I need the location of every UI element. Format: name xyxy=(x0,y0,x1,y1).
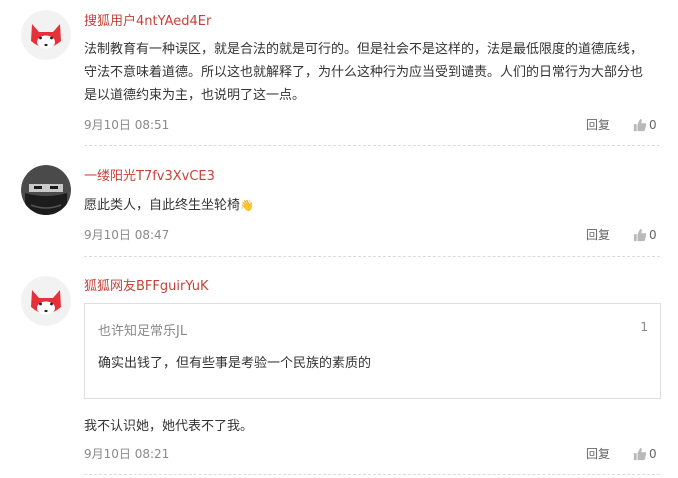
like-button[interactable]: 0 xyxy=(633,225,657,245)
thumbs-up-icon xyxy=(633,229,647,242)
comment-time: 9月10日 08:51 xyxy=(84,118,170,132)
reply-button[interactable]: 回复 xyxy=(586,444,610,464)
comment-divider xyxy=(84,474,660,475)
comment-meta: 9月10日 08:21 回复 0 xyxy=(84,444,660,464)
comment-text-line: 愿此类人，自此终生坐轮椅👋 xyxy=(84,194,654,217)
thumbs-up-icon xyxy=(633,119,647,132)
comment-meta: 9月10日 08:51 回复 0 xyxy=(84,115,660,135)
comment-time: 9月10日 08:47 xyxy=(84,228,170,242)
comment-time: 9月10日 08:21 xyxy=(84,447,170,461)
reply-button[interactable]: 回复 xyxy=(586,115,610,135)
like-button[interactable]: 0 xyxy=(633,444,657,464)
like-count: 0 xyxy=(649,118,657,132)
thumbs-up-icon xyxy=(633,448,647,461)
sohu-fox-icon xyxy=(21,276,71,326)
user-avatar[interactable] xyxy=(21,276,71,326)
like-count: 0 xyxy=(649,228,657,242)
like-count: 0 xyxy=(649,447,657,461)
comment-username[interactable]: 搜狐用户4ntYAed4Er xyxy=(84,10,211,29)
comment-text: 我不认识她，她代表不了我。 xyxy=(84,419,254,434)
reply-button[interactable]: 回复 xyxy=(586,225,610,245)
comment-username[interactable]: 一缕阳光T7fv3XvCE3 xyxy=(84,165,215,184)
comment-text: 法制教育有一种误区，就是合法的就是可行的。但是社会不是这样的，法是最低限度的道德… xyxy=(84,42,644,103)
waving-hand-emoji: 👋 xyxy=(240,199,254,212)
comment-meta: 9月10日 08:47 回复 0 xyxy=(84,225,660,245)
sohu-fox-icon xyxy=(21,10,71,60)
quoted-reply: 也许知足常乐JL 1 确实出钱了，但有些事是考验一个民族的素质的 xyxy=(84,303,661,399)
masked-person-photo xyxy=(21,165,71,215)
user-avatar[interactable] xyxy=(21,165,71,215)
comment-text: 愿此类人，自此终生坐轮椅 xyxy=(84,198,241,213)
quoted-text: 确实出钱了，但有些事是考验一个民族的素质的 xyxy=(98,356,372,371)
user-avatar[interactable] xyxy=(21,10,71,60)
comment-username[interactable]: 狐狐网友BFFguirYuK xyxy=(84,275,209,294)
quoted-floor-number: 1 xyxy=(640,320,648,334)
comment-divider xyxy=(84,256,660,257)
comment-list: 搜狐用户4ntYAed4Er 法制教育有一种误区，就是合法的就是可行的。但是社会… xyxy=(0,0,678,478)
quoted-username[interactable]: 也许知足常乐JL xyxy=(98,320,187,339)
comment-divider xyxy=(84,145,660,146)
like-button[interactable]: 0 xyxy=(633,115,657,135)
